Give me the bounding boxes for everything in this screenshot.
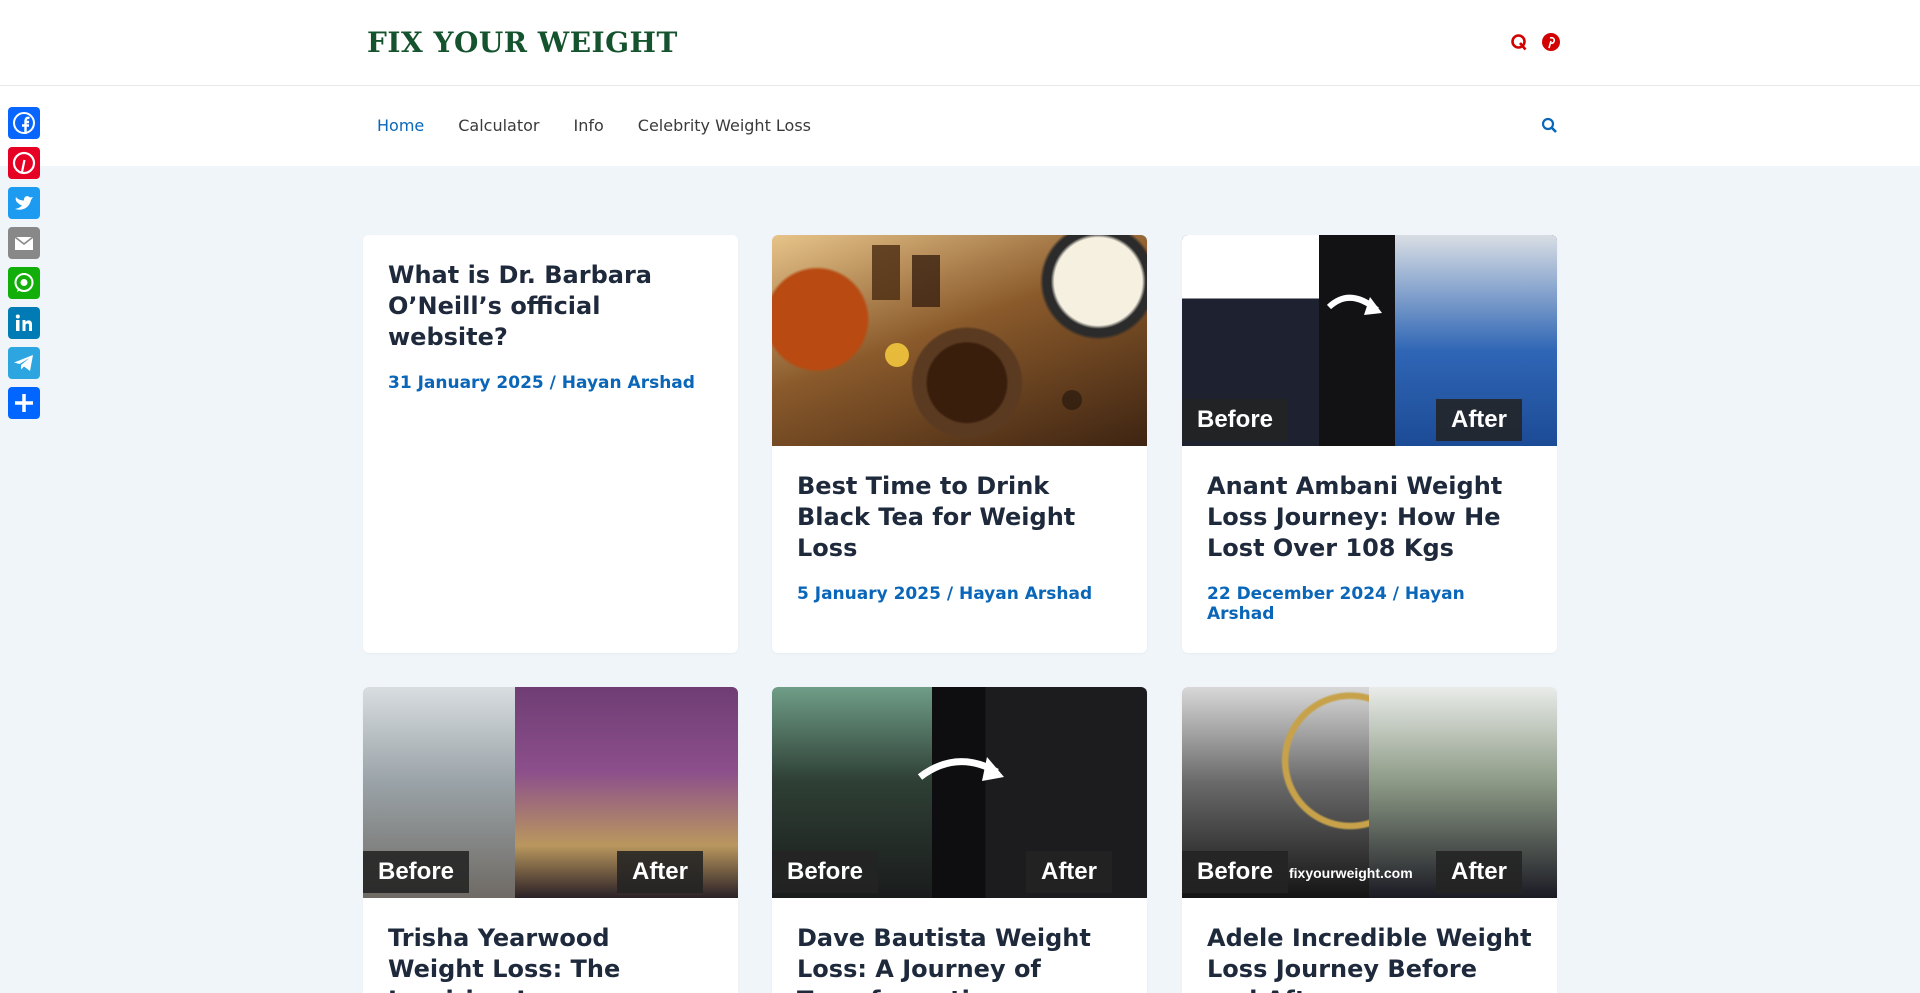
post-title[interactable]: Adele Incredible Weight Loss Journey Bef…	[1207, 923, 1532, 993]
after-label: After	[1025, 851, 1112, 893]
before-after-image[interactable]: Before After	[363, 687, 738, 898]
share-sidebar	[8, 107, 40, 419]
watermark: fixyourweight.com	[1289, 865, 1413, 881]
main-navigation: Home Calculator Info Celebrity Weight Lo…	[0, 86, 1920, 166]
nav-home[interactable]: Home	[377, 116, 424, 135]
twitter-icon[interactable]	[8, 187, 40, 219]
search-icon[interactable]	[1540, 116, 1560, 136]
post-title[interactable]: Best Time to Drink Black Tea for Weight …	[797, 471, 1122, 564]
post-meta: 31 January 2025 / Hayan Arshad	[388, 373, 695, 393]
post-author[interactable]: Hayan Arshad	[562, 373, 695, 393]
post-meta: 22 December 2024 / Hayan Arshad	[1207, 584, 1465, 624]
site-logo[interactable]: FIX YOUR WEIGHT	[367, 26, 678, 59]
nav-info[interactable]: Info	[574, 116, 604, 135]
share-add-icon[interactable]	[8, 387, 40, 419]
linkedin-icon[interactable]	[8, 307, 40, 339]
post-title[interactable]: Trisha Yearwood Weight Loss: The Inspiri…	[388, 923, 713, 993]
before-label: Before	[363, 851, 470, 893]
before-after-image[interactable]: Before After	[772, 687, 1147, 898]
post-date[interactable]: 31 January 2025	[388, 373, 544, 393]
before-after-image[interactable]: Before After	[1182, 235, 1557, 446]
quora-icon[interactable]	[1510, 33, 1528, 51]
nav-celebrity-weight-loss[interactable]: Celebrity Weight Loss	[638, 116, 811, 135]
post-card[interactable]: Before After Trisha Yearwood Weight Loss…	[363, 687, 738, 993]
pinterest-share-icon[interactable]	[8, 147, 40, 179]
post-card[interactable]: What is Dr. Barbara O’Neill’s official w…	[363, 235, 738, 653]
post-card[interactable]: Before After Dave Bautista Weight Loss: …	[772, 687, 1147, 993]
site-header: FIX YOUR WEIGHT	[0, 0, 1920, 86]
header-social-icons	[1510, 33, 1560, 51]
post-title[interactable]: Dave Bautista Weight Loss: A Journey of …	[797, 923, 1122, 993]
post-title[interactable]: What is Dr. Barbara O’Neill’s official w…	[388, 260, 713, 353]
facebook-icon[interactable]	[8, 107, 40, 139]
after-label: After	[1435, 399, 1522, 441]
post-meta: 5 January 2025 / Hayan Arshad	[797, 584, 1093, 604]
post-card[interactable]: Before fixyourweight.com After Adele Inc…	[1182, 687, 1557, 993]
before-label: Before	[1182, 851, 1289, 893]
before-after-image[interactable]: Before fixyourweight.com After	[1182, 687, 1557, 898]
pinterest-icon[interactable]	[1542, 33, 1560, 51]
post-author[interactable]: Hayan Arshad	[959, 584, 1092, 604]
post-title[interactable]: Anant Ambani Weight Loss Journey: How He…	[1207, 471, 1532, 564]
email-icon[interactable]	[8, 227, 40, 259]
post-date[interactable]: 5 January 2025	[797, 584, 941, 604]
post-date[interactable]: 22 December 2024	[1207, 584, 1387, 604]
before-label: Before	[1182, 399, 1289, 441]
whatsapp-icon[interactable]	[8, 267, 40, 299]
after-label: After	[1435, 851, 1522, 893]
nav-calculator[interactable]: Calculator	[458, 116, 539, 135]
black-tea-image[interactable]	[772, 235, 1147, 446]
before-label: Before	[772, 851, 879, 893]
post-card[interactable]: Best Time to Drink Black Tea for Weight …	[772, 235, 1147, 653]
post-card[interactable]: Before After Anant Ambani Weight Loss Jo…	[1182, 235, 1557, 653]
telegram-icon[interactable]	[8, 347, 40, 379]
after-label: After	[616, 851, 703, 893]
